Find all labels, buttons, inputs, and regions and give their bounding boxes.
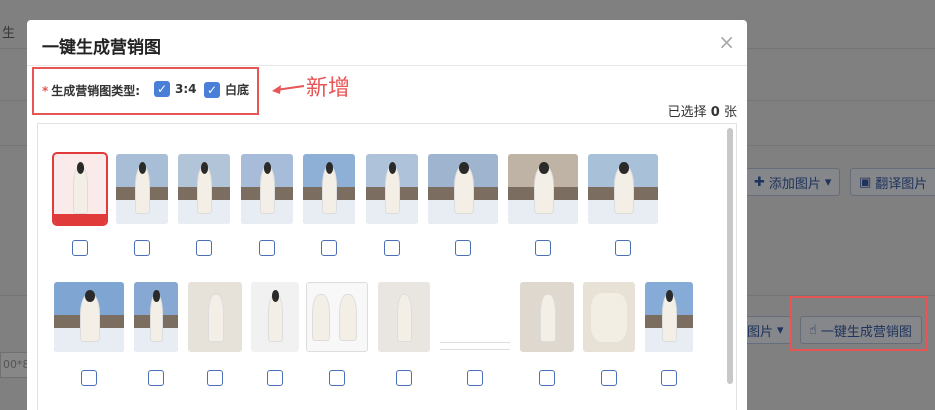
- image-checkbox[interactable]: [329, 370, 345, 386]
- product-thumbnail[interactable]: [306, 282, 368, 352]
- required-mark: *: [42, 84, 49, 98]
- product-thumbnail[interactable]: [583, 282, 635, 352]
- arrow-left-icon: [272, 85, 305, 94]
- checkbox-checked-icon[interactable]: ✓: [154, 81, 170, 97]
- image-checkbox[interactable]: [467, 370, 483, 386]
- scrollbar[interactable]: [727, 128, 733, 384]
- close-icon[interactable]: ×: [718, 30, 735, 54]
- option-white-bg-label: 白底: [225, 83, 250, 97]
- checkbox-checked-icon[interactable]: ✓: [204, 81, 220, 98]
- annotation-text: 新增: [306, 76, 351, 101]
- image-checkbox[interactable]: [134, 240, 150, 256]
- image-checkbox[interactable]: [615, 240, 631, 256]
- image-checkbox[interactable]: [81, 370, 97, 386]
- image-checkbox[interactable]: [535, 240, 551, 256]
- image-checkbox[interactable]: [321, 240, 337, 256]
- product-thumbnail[interactable]: [428, 154, 498, 224]
- image-grid-panel: [37, 123, 737, 410]
- product-thumbnail[interactable]: [378, 282, 430, 352]
- image-checkbox[interactable]: [455, 240, 471, 256]
- image-checkbox[interactable]: [196, 240, 212, 256]
- option-3-4-label: 3:4: [175, 82, 197, 96]
- product-thumbnail[interactable]: [178, 154, 230, 224]
- selected-suffix: 张: [723, 105, 737, 120]
- product-thumbnail[interactable]: [645, 282, 693, 352]
- product-thumbnail[interactable]: [303, 154, 355, 224]
- product-thumbnail[interactable]: [241, 154, 293, 224]
- type-label-text: 生成营销图类型:: [51, 84, 141, 98]
- option-3-4[interactable]: ✓ 3:4: [154, 81, 197, 97]
- selected-count: 0: [710, 105, 720, 120]
- image-checkbox[interactable]: [72, 240, 88, 256]
- product-thumbnail[interactable]: [251, 282, 299, 352]
- type-label: * 生成营销图类型:: [42, 82, 140, 99]
- image-checkbox[interactable]: [148, 370, 164, 386]
- image-checkbox[interactable]: [396, 370, 412, 386]
- option-white-bg[interactable]: ✓ 白底: [204, 81, 249, 98]
- product-thumbnail[interactable]: [588, 154, 658, 224]
- product-thumbnail[interactable]: [116, 154, 168, 224]
- product-thumbnail[interactable]: [508, 154, 578, 224]
- product-thumbnail[interactable]: [52, 152, 108, 226]
- image-checkbox[interactable]: [661, 370, 677, 386]
- image-checkbox[interactable]: [259, 240, 275, 256]
- type-selection-box: * 生成营销图类型: ✓ 3:4 ✓ 白底: [32, 67, 259, 115]
- product-thumbnail[interactable]: [440, 282, 510, 352]
- generate-marketing-modal: 一键生成营销图 × * 生成营销图类型: ✓ 3:4 ✓ 白底 新增 已选择 0 …: [27, 20, 747, 410]
- selected-count-info: 已选择 0 张: [668, 101, 737, 120]
- modal-divider: [27, 65, 747, 66]
- annotation-highlight-box: [790, 296, 927, 351]
- product-thumbnail[interactable]: [188, 282, 242, 352]
- product-thumbnail[interactable]: [134, 282, 178, 352]
- selected-prefix: 已选择: [667, 105, 707, 120]
- product-thumbnail[interactable]: [520, 282, 574, 352]
- image-checkbox[interactable]: [539, 370, 555, 386]
- product-thumbnail[interactable]: [54, 282, 124, 352]
- modal-title: 一键生成营销图: [42, 38, 161, 58]
- image-checkbox[interactable]: [384, 240, 400, 256]
- image-checkbox[interactable]: [267, 370, 283, 386]
- image-checkbox[interactable]: [601, 370, 617, 386]
- image-checkbox[interactable]: [207, 370, 223, 386]
- product-thumbnail[interactable]: [366, 154, 418, 224]
